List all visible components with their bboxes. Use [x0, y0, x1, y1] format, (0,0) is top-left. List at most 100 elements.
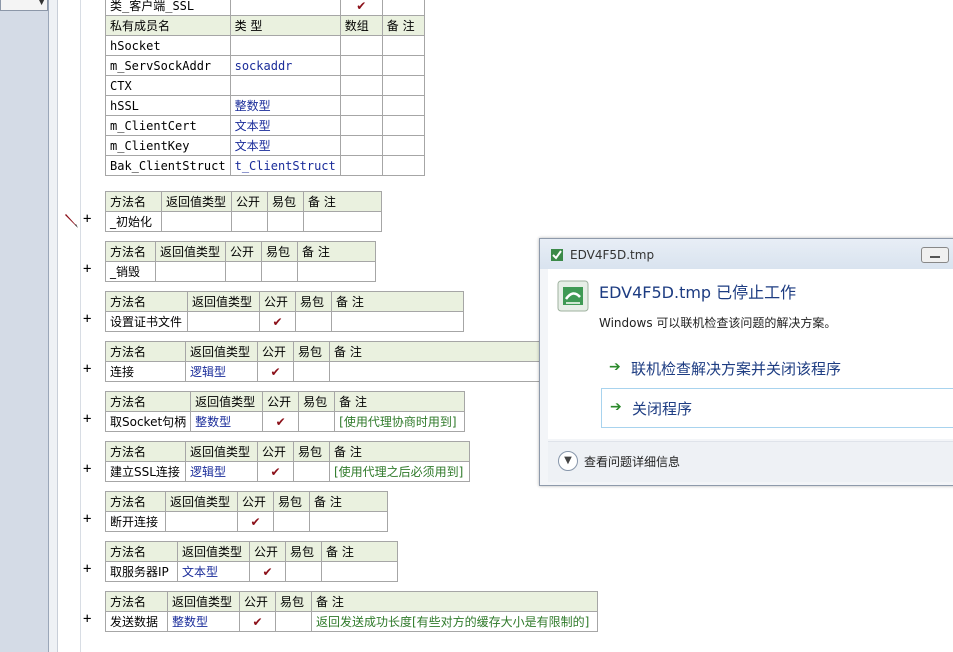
method-return-type[interactable]: 整数型: [190, 411, 264, 432]
method-col-header: 备 注: [329, 341, 540, 362]
col-member-type: 类 型: [229, 15, 341, 36]
method-public-check[interactable]: ✔: [259, 311, 296, 332]
member-header-row: 私有成员名 类 型 数组 备 注: [105, 15, 425, 36]
method-easy-pack[interactable]: [298, 411, 336, 432]
method-easy-pack[interactable]: [261, 261, 298, 282]
method-return-type[interactable]: [161, 211, 232, 232]
method-col-header: 公开: [249, 541, 286, 562]
vertical-scroll-strip[interactable]: [49, 0, 58, 652]
minimize-button[interactable]: [921, 247, 949, 263]
method-return-type[interactable]: 逻辑型: [185, 461, 258, 482]
method-return-type[interactable]: [155, 261, 226, 282]
method-return-type[interactable]: [187, 311, 260, 332]
member-row: m_ServSockAddr sockaddr: [105, 55, 425, 76]
method-row: 连接 逻辑型 ✔: [105, 361, 540, 382]
method-easy-pack[interactable]: [285, 561, 322, 582]
error-dialog: EDV4F5D.tmp EDV4F5D.tmp 已停止工作 Windows 可以…: [539, 238, 953, 486]
method-name[interactable]: 断开连接: [105, 511, 166, 532]
method-note[interactable]: [331, 311, 464, 332]
method-col-header: 备 注: [321, 541, 398, 562]
expand-plus-icon[interactable]: +: [83, 361, 91, 377]
method-row: _销毁: [105, 261, 376, 282]
expand-plus-icon[interactable]: +: [83, 561, 91, 577]
expand-plus-icon[interactable]: +: [83, 261, 91, 277]
expand-plus-icon[interactable]: +: [83, 611, 91, 627]
method-col-header: 易包: [293, 341, 330, 362]
method-name[interactable]: 发送数据: [105, 611, 168, 632]
expand-plus-icon[interactable]: +: [83, 411, 91, 427]
method-table: 方法名 返回值类型 公开 易包备 注取服务器IP 文本型 ✔: [105, 541, 398, 582]
method-public-check[interactable]: [231, 211, 268, 232]
expand-plus-icon[interactable]: +: [83, 311, 91, 327]
method-note[interactable]: [297, 261, 376, 282]
method-header-row: 方法名 返回值类型 公开 易包备 注: [105, 341, 540, 362]
method-return-type[interactable]: [165, 511, 238, 532]
method-public-check[interactable]: ✔: [237, 511, 274, 532]
method-name[interactable]: 取Socket句柄: [104, 411, 192, 432]
method-col-header: 方法名: [105, 441, 186, 462]
expand-plus-icon[interactable]: +: [83, 211, 91, 227]
expand-plus-icon[interactable]: +: [83, 511, 91, 527]
method-name[interactable]: 取服务器IP: [105, 561, 178, 582]
method-col-header: 方法名: [105, 491, 166, 512]
method-easy-pack[interactable]: [293, 461, 330, 482]
method-col-header: 返回值类型: [177, 541, 250, 562]
method-col-header: 方法名: [104, 391, 192, 412]
member-row: hSSL 整数型: [105, 95, 425, 116]
expand-plus-icon[interactable]: +: [83, 461, 91, 477]
method-col-header: 公开: [231, 191, 268, 212]
left-dropdown[interactable]: ▼: [0, 0, 48, 11]
method-header-row: 方法名 返回值类型 公开 易包备 注: [105, 591, 598, 612]
method-table: 方法名 返回值类型 公开 易包备 注断开连接 ✔: [105, 491, 388, 532]
check-online-option[interactable]: ➔ 联机检查解决方案并关闭该程序: [601, 349, 953, 387]
method-easy-pack[interactable]: [267, 211, 304, 232]
method-public-check[interactable]: ✔: [239, 611, 276, 632]
method-col-header: 易包: [261, 241, 298, 262]
method-col-header: 易包: [293, 441, 330, 462]
method-public-check[interactable]: ✔: [257, 461, 294, 482]
method-col-header: 返回值类型: [155, 241, 226, 262]
method-col-header: 备 注: [303, 191, 382, 212]
method-name[interactable]: 设置证书文件: [105, 311, 188, 332]
method-public-check[interactable]: [225, 261, 262, 282]
method-row: 取服务器IP 文本型 ✔: [105, 561, 398, 582]
method-note[interactable]: [使用代理协商时用到]: [334, 411, 466, 432]
method-name[interactable]: _初始化: [105, 211, 162, 232]
method-row: 设置证书文件 ✔: [105, 311, 464, 332]
method-note[interactable]: [309, 511, 388, 532]
method-return-type[interactable]: 整数型: [167, 611, 240, 632]
method-return-type[interactable]: 逻辑型: [185, 361, 258, 382]
close-program-option[interactable]: ➔ 关闭程序: [601, 388, 953, 428]
method-note[interactable]: [329, 361, 540, 382]
view-details-link[interactable]: 查看问题详细信息: [584, 453, 680, 470]
method-note[interactable]: [303, 211, 382, 232]
col-array: 数组: [339, 15, 383, 36]
method-name[interactable]: _销毁: [105, 261, 156, 282]
method-note[interactable]: [321, 561, 398, 582]
method-note[interactable]: [使用代理之后必须用到]: [329, 461, 470, 482]
method-easy-pack[interactable]: [275, 611, 312, 632]
chevron-down-icon[interactable]: ▼: [38, 0, 45, 7]
dialog-title: EDV4F5D.tmp: [570, 248, 655, 262]
method-note[interactable]: 返回发送成功长度[有些对方的缓存大小是有限制的]: [311, 611, 598, 632]
method-col-header: 备 注: [311, 591, 598, 612]
method-easy-pack[interactable]: [273, 511, 310, 532]
method-name[interactable]: 建立SSL连接: [105, 461, 186, 482]
dialog-body: EDV4F5D.tmp 已停止工作 Windows 可以联机检查该问题的解决方案…: [548, 269, 953, 439]
method-public-check[interactable]: ✔: [249, 561, 286, 582]
method-easy-pack[interactable]: [295, 311, 332, 332]
member-row: Bak_ClientStruct t_ClientStruct: [105, 155, 425, 176]
method-col-header: 易包: [267, 191, 304, 212]
method-public-check[interactable]: ✔: [262, 411, 300, 432]
method-name[interactable]: 连接: [105, 361, 186, 382]
method-return-type[interactable]: 文本型: [177, 561, 250, 582]
dialog-heading: EDV4F5D.tmp 已停止工作: [599, 283, 797, 302]
expand-details-button[interactable]: ▼: [558, 451, 578, 471]
method-header-row: 方法名 返回值类型 公开 易包备 注: [105, 441, 470, 462]
method-easy-pack[interactable]: [293, 361, 330, 382]
method-col-header: 方法名: [105, 291, 188, 312]
method-public-check[interactable]: ✔: [257, 361, 294, 382]
method-col-header: 方法名: [105, 241, 156, 262]
member-row: m_ClientCert 文本型: [105, 115, 425, 136]
method-header-row: 方法名 返回值类型 公开 易包备 注: [104, 391, 466, 412]
